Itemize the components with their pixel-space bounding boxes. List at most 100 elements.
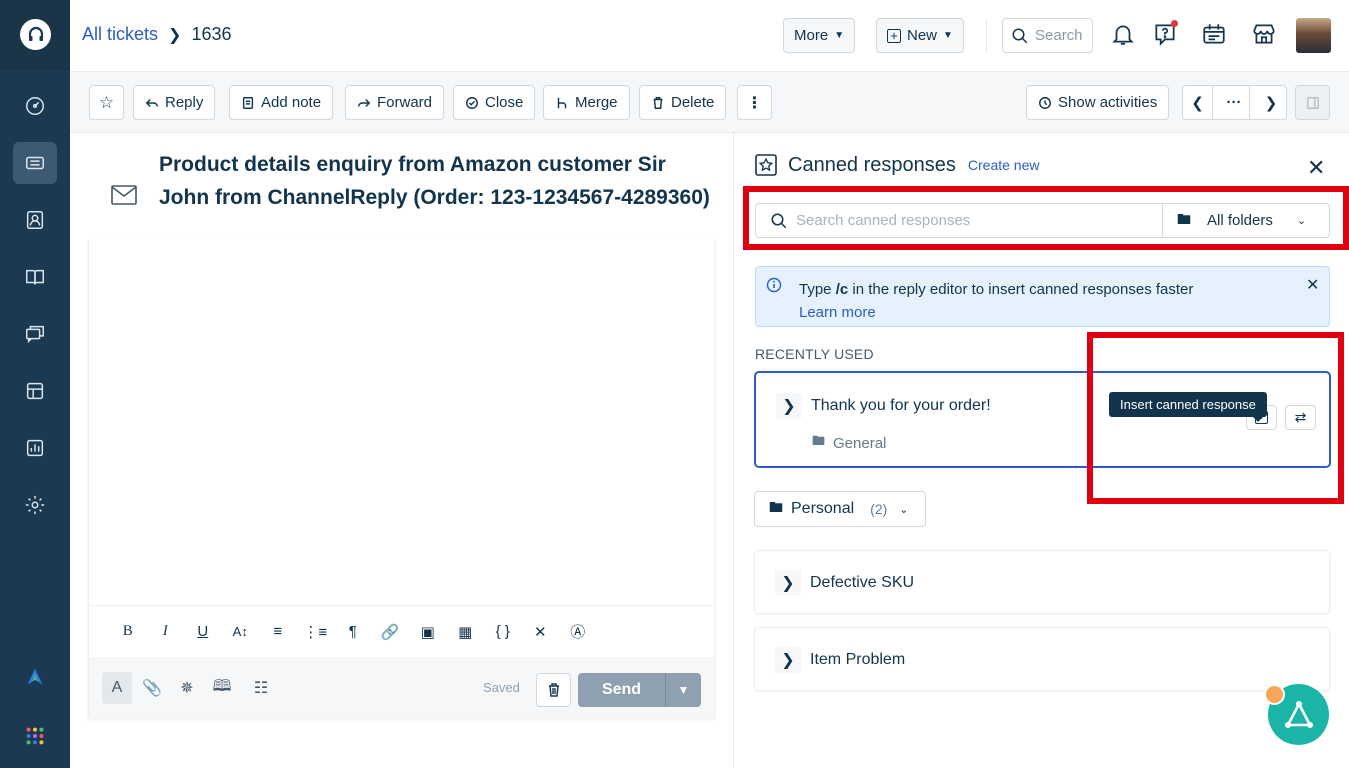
next-ticket-chevron-icon[interactable]: ❯	[1256, 86, 1286, 119]
paragraph-icon[interactable]: ¶	[334, 623, 372, 640]
notifications-bell-icon[interactable]	[1109, 20, 1137, 48]
trash-icon	[653, 96, 663, 109]
sidebar-dashboard-icon[interactable]	[13, 85, 57, 127]
merge-label: Merge	[575, 94, 618, 111]
canned-response-item-label: Item Problem	[810, 651, 906, 668]
discard-draft-button[interactable]	[536, 673, 571, 707]
sidebar-solutions-icon[interactable]	[13, 256, 57, 298]
close-icon[interactable]: ✕	[1307, 155, 1325, 181]
expand-chevron-right-icon[interactable]: ❯	[776, 393, 802, 419]
italic-icon[interactable]: I	[147, 623, 185, 640]
merge-icon	[557, 97, 567, 108]
ticket-conversation-pane: Product details enquiry from Amazon cust…	[70, 133, 733, 768]
new-dropdown-button[interactable]: + New ▼	[876, 18, 964, 53]
help-notification-dot	[1171, 20, 1178, 27]
folder-icon: 🖿	[812, 433, 826, 448]
trash-icon	[548, 683, 559, 697]
plus-square-icon: +	[887, 28, 901, 43]
more-dropdown-button[interactable]: More ▼	[783, 18, 856, 53]
note-icon	[242, 96, 254, 109]
collapse-panel-button[interactable]	[1295, 85, 1330, 120]
add-note-label: Add note	[261, 94, 322, 111]
info-icon	[766, 277, 782, 293]
check-circle-icon	[466, 96, 478, 109]
personal-folder-label: Personal	[791, 500, 855, 517]
link-icon[interactable]: 🔗	[372, 623, 410, 641]
vertical-ellipsis-icon: ⋮	[746, 94, 763, 112]
more-actions-button[interactable]: ⋮	[737, 85, 772, 120]
help-icon[interactable]	[1151, 20, 1179, 48]
numbered-list-icon[interactable]: ≡	[259, 623, 297, 640]
delete-button[interactable]: Delete	[639, 85, 727, 120]
info-shortcut: /c	[835, 281, 849, 298]
add-note-button[interactable]: Add note	[229, 85, 334, 120]
sidebar-freddy-icon[interactable]	[13, 656, 57, 698]
send-options-chevron-down-icon[interactable]: ▼	[666, 673, 701, 707]
bulleted-list-icon[interactable]: ⋮≡	[297, 623, 335, 641]
all-tickets-link[interactable]: All tickets	[82, 24, 158, 45]
star-icon: ☆	[98, 92, 115, 112]
global-search[interactable]: Search	[1002, 18, 1093, 53]
template-icon[interactable]: ☷	[246, 672, 276, 704]
marketplace-store-icon[interactable]	[1250, 20, 1278, 48]
underline-icon[interactable]: U	[184, 623, 222, 640]
sidebar-panel-icon	[1306, 96, 1319, 109]
user-avatar[interactable]	[1296, 18, 1331, 53]
previous-ticket-chevron-icon[interactable]: ❮	[1183, 86, 1214, 119]
canned-response-folder: 🖿 General	[812, 432, 886, 454]
close-ticket-button[interactable]: Close	[453, 85, 536, 120]
freshdesk-logo-icon[interactable]	[20, 19, 51, 50]
new-label: New	[907, 27, 938, 44]
canned-response-item[interactable]: ❯ Defective SKU	[754, 550, 1330, 614]
text-format-icon[interactable]: A	[102, 672, 132, 704]
canned-response-title: Thank you for your order!	[811, 397, 991, 414]
more-label: More	[794, 27, 829, 44]
folder-icon: 🖿	[769, 499, 783, 515]
reply-editor[interactable]: B I U A↕ ≡ ⋮≡ ¶ 🔗 ▣ ▦ { } ✕ Ⓐ A 📎 ✵ 🕮 ☷ …	[88, 240, 715, 718]
close-label: Close	[485, 94, 524, 111]
reply-arrow-icon	[145, 98, 158, 107]
send-button[interactable]: Send	[578, 673, 666, 707]
autocorrect-icon[interactable]: Ⓐ	[559, 621, 597, 642]
reply-button[interactable]: Reply	[133, 85, 216, 120]
highlight-search-box	[743, 186, 1349, 250]
ticket-id: 1636	[191, 24, 232, 44]
sidebar-apps-grid-icon[interactable]	[13, 715, 57, 757]
sidebar-contacts-icon[interactable]	[13, 199, 57, 241]
pager-more[interactable]: ···	[1219, 86, 1251, 119]
formatting-toolbar: B I U A↕ ≡ ⋮≡ ¶ 🔗 ▣ ▦ { } ✕ Ⓐ	[89, 605, 714, 657]
table-icon[interactable]: ▦	[447, 623, 485, 641]
show-activities-button[interactable]: Show activities	[1026, 85, 1170, 120]
canned-response-item-label: Defective SKU	[810, 574, 915, 591]
expand-chevron-right-icon[interactable]: ❯	[775, 570, 801, 596]
notification-dot	[1264, 684, 1285, 705]
learn-more-link[interactable]: Learn more	[799, 304, 876, 321]
delete-label: Delete	[671, 94, 715, 111]
sidebar-settings-gear-icon[interactable]	[13, 484, 57, 526]
merge-button[interactable]: Merge	[543, 85, 630, 120]
expand-chevron-right-icon[interactable]: ❯	[775, 647, 801, 673]
chevron-down-icon: ⌄	[899, 503, 909, 516]
history-clock-icon	[1039, 96, 1051, 109]
canned-response-icon[interactable]: ✵	[172, 672, 202, 704]
star-button[interactable]: ☆	[89, 85, 124, 120]
font-size-icon[interactable]: A↕	[222, 624, 260, 639]
bold-icon[interactable]: B	[109, 623, 147, 640]
image-icon[interactable]: ▣	[409, 623, 447, 641]
personal-folder-dropdown[interactable]: 🖿 Personal (2) ⌄	[754, 491, 926, 527]
show-activities-label: Show activities	[1058, 94, 1158, 111]
forward-button[interactable]: Forward	[345, 85, 445, 120]
sidebar-reports-icon[interactable]	[13, 427, 57, 469]
solution-article-book-icon[interactable]: 🕮	[207, 672, 237, 704]
dismiss-banner-close-icon[interactable]: ✕	[1306, 275, 1319, 295]
sidebar-forums-icon[interactable]	[13, 313, 57, 355]
code-braces-icon[interactable]: { }	[484, 623, 522, 640]
topbar-divider	[986, 20, 987, 52]
calendar-tickets-icon[interactable]	[1200, 20, 1228, 48]
canned-response-item[interactable]: ❯ Item Problem	[754, 627, 1330, 691]
clear-format-icon[interactable]: ✕	[522, 623, 560, 641]
create-new-link[interactable]: Create new	[968, 157, 1040, 173]
attachment-paperclip-icon[interactable]: 📎	[137, 672, 167, 704]
sidebar-tickets-icon[interactable]	[13, 142, 57, 184]
sidebar-admin-panel-icon[interactable]	[13, 370, 57, 412]
